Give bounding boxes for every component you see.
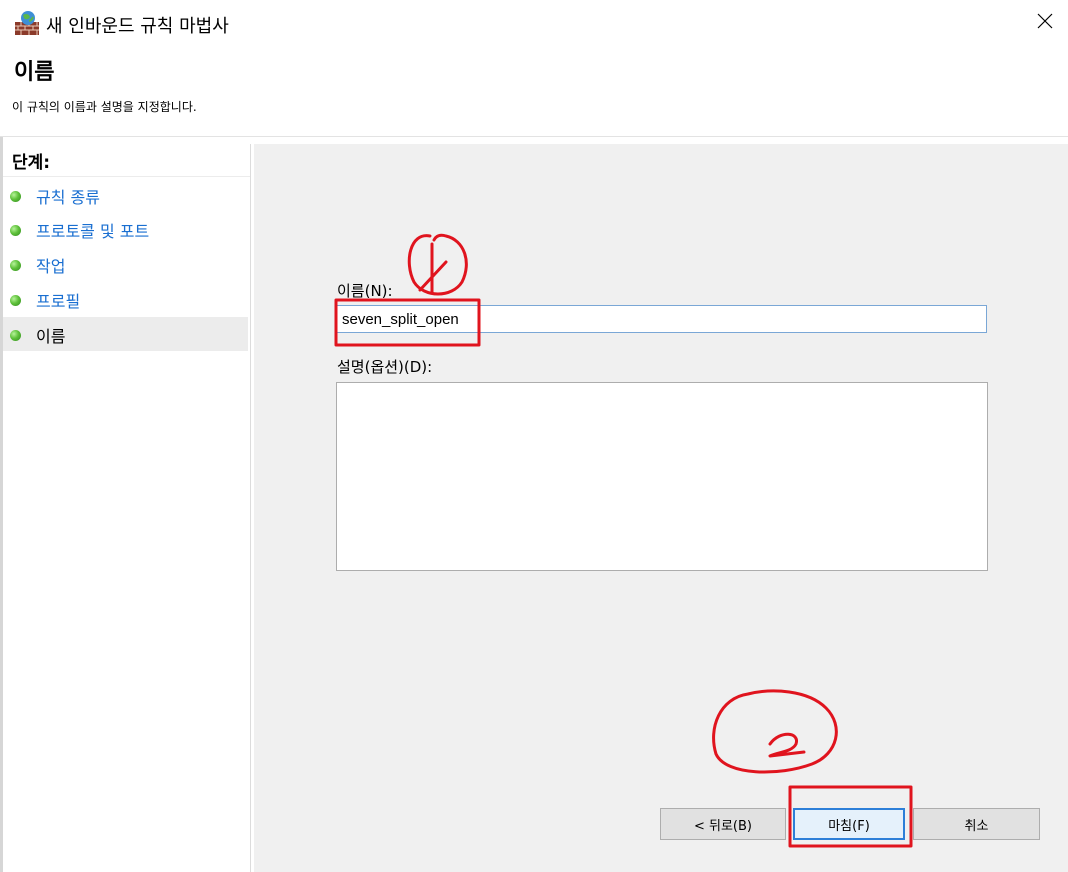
step-label: 프로필 [36, 292, 81, 311]
status-dot-icon [10, 295, 21, 306]
cancel-button[interactable]: 취소 [913, 808, 1040, 840]
close-button[interactable] [1022, 0, 1068, 46]
page-title: 이름 [14, 60, 55, 85]
step-label: 규칙 종류 [36, 188, 100, 207]
firewall-icon [14, 10, 40, 36]
step-rule-type[interactable]: 규칙 종류 [3, 178, 248, 212]
step-label: 작업 [36, 257, 66, 276]
finish-button[interactable]: 마침(F) [793, 808, 905, 840]
status-dot-icon [10, 330, 21, 341]
steps-pane: 단계: 규칙 종류 프로토콜 및 포트 작업 프로필 이름 [3, 144, 251, 872]
step-label: 이름 [36, 327, 66, 346]
title-bar: 새 인바운드 규칙 마법사 [0, 0, 1068, 48]
step-action[interactable]: 작업 [3, 247, 248, 281]
name-field-label: 이름(N): [337, 282, 393, 300]
status-dot-icon [10, 260, 21, 271]
description-field-label: 설명(옵션)(D): [337, 358, 433, 376]
name-input[interactable] [336, 305, 987, 333]
content-pane: 이름(N): 설명(옵션)(D): < 뒤로(B) 마침(F) 취소 [254, 144, 1068, 872]
status-dot-icon [10, 191, 21, 202]
page-description: 이 규칙의 이름과 설명을 지정합니다. [12, 100, 197, 114]
steps-header-label: 단계: [12, 153, 51, 173]
window-title: 새 인바운드 규칙 마법사 [46, 16, 229, 37]
back-button[interactable]: < 뒤로(B) [660, 808, 786, 840]
wizard-window: 새 인바운드 규칙 마법사 이름 이 규칙의 이름과 설명을 지정합니다. 단계… [0, 0, 1068, 872]
header-divider [0, 136, 1068, 137]
description-textarea[interactable] [336, 382, 988, 571]
status-dot-icon [10, 225, 21, 236]
step-label: 프로토콜 및 포트 [36, 222, 150, 241]
step-name-current[interactable]: 이름 [3, 317, 248, 351]
close-icon [1037, 13, 1053, 33]
step-protocol-and-ports[interactable]: 프로토콜 및 포트 [3, 212, 248, 246]
step-profile[interactable]: 프로필 [3, 282, 248, 316]
steps-header: 단계: [3, 144, 250, 177]
